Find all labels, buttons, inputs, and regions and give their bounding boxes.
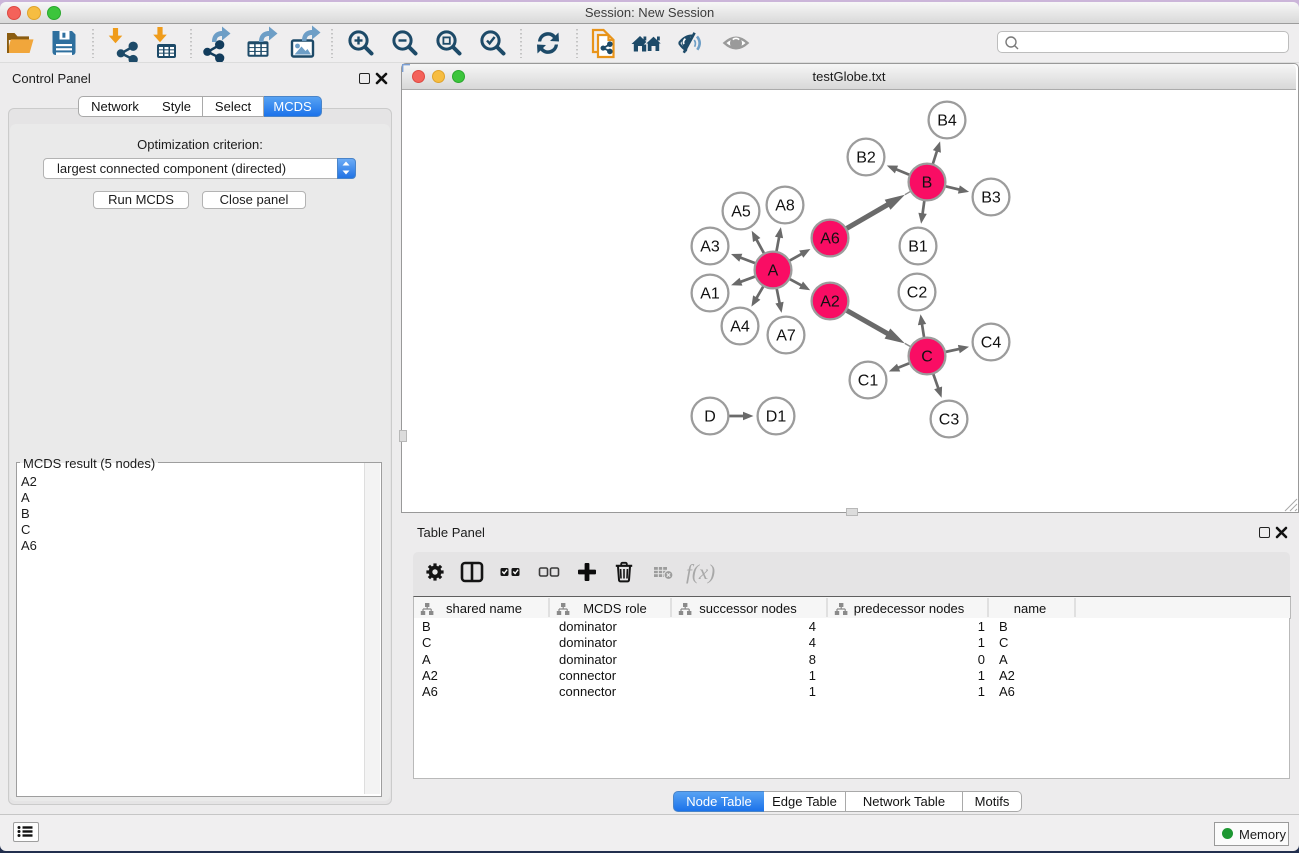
svg-text:connector: connector: [559, 684, 617, 699]
svg-text:C3: C3: [939, 412, 960, 429]
svg-text:dominator: dominator: [559, 619, 617, 634]
svg-text:4: 4: [809, 619, 816, 634]
svg-text:A: A: [422, 652, 431, 667]
svg-text:shared name: shared name: [446, 601, 522, 616]
svg-text:A2: A2: [999, 668, 1015, 683]
svg-text:1: 1: [978, 668, 985, 683]
svg-text:A2: A2: [422, 668, 438, 683]
svg-text:MCDS role: MCDS role: [583, 601, 647, 616]
svg-text:A2: A2: [820, 294, 840, 311]
svg-text:A4: A4: [730, 319, 750, 336]
svg-text:A3: A3: [700, 239, 720, 256]
svg-text:A1: A1: [700, 286, 720, 303]
svg-text:D1: D1: [766, 409, 787, 426]
svg-text:predecessor nodes: predecessor nodes: [854, 601, 965, 616]
svg-text:B2: B2: [856, 150, 876, 167]
svg-text:A8: A8: [775, 198, 795, 215]
svg-text:C2: C2: [907, 285, 928, 302]
svg-text:C4: C4: [981, 335, 1002, 352]
svg-text:dominator: dominator: [559, 652, 617, 667]
svg-text:successor nodes: successor nodes: [699, 601, 797, 616]
svg-text:A6: A6: [422, 684, 438, 699]
svg-text:C: C: [422, 635, 431, 650]
svg-text:connector: connector: [559, 668, 617, 683]
svg-text:B4: B4: [937, 113, 957, 130]
svg-text:A: A: [999, 652, 1008, 667]
svg-text:1: 1: [978, 635, 985, 650]
svg-text:f(x): f(x): [686, 560, 715, 584]
svg-text:B3: B3: [981, 190, 1001, 207]
svg-text:A7: A7: [776, 328, 796, 345]
svg-text:B: B: [999, 619, 1008, 634]
svg-text:1: 1: [978, 684, 985, 699]
svg-text:A6: A6: [820, 231, 840, 248]
svg-text:B: B: [922, 175, 933, 192]
svg-text:C1: C1: [858, 373, 879, 390]
svg-text:A: A: [768, 263, 779, 280]
svg-text:1: 1: [978, 619, 985, 634]
svg-text:A5: A5: [731, 204, 751, 221]
svg-text:A6: A6: [999, 684, 1015, 699]
svg-text:1: 1: [809, 668, 816, 683]
svg-text:name: name: [1014, 601, 1047, 616]
svg-text:4: 4: [809, 635, 816, 650]
svg-text:C: C: [921, 349, 933, 366]
svg-text:B1: B1: [908, 239, 928, 256]
svg-text:D: D: [704, 409, 716, 426]
svg-text:1: 1: [809, 684, 816, 699]
svg-text:0: 0: [978, 652, 985, 667]
svg-text:8: 8: [809, 652, 816, 667]
svg-text:B: B: [422, 619, 431, 634]
svg-text:C: C: [999, 635, 1008, 650]
svg-text:dominator: dominator: [559, 635, 617, 650]
